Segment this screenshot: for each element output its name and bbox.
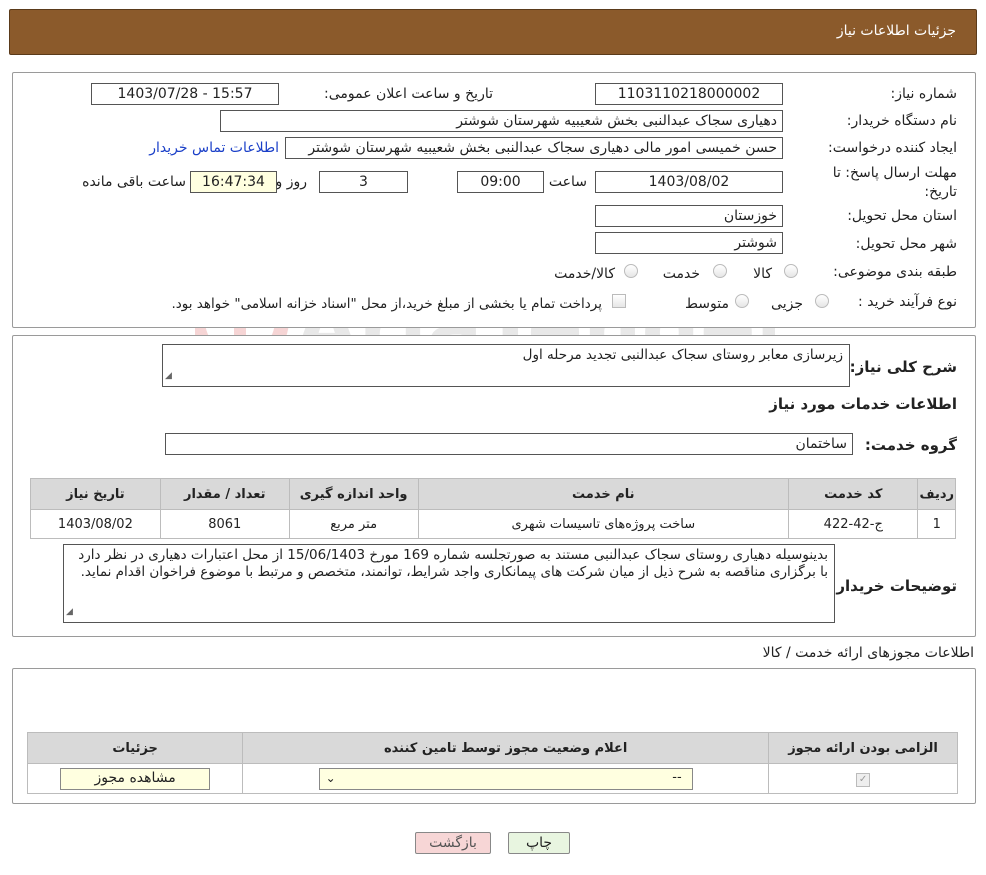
col-quantity: تعداد / مقدار [159,478,290,510]
need-number-field: 1103110218000002 [595,83,783,105]
col-permit-details: جزئیات [26,732,244,764]
days-label: روز و [275,174,308,190]
process-medium-radio[interactable] [735,294,749,308]
col-permit-status: اعلام وضعیت مجوز توسط تامین کننده [242,732,770,764]
requester-field: حسن خمیسی امور مالی دهیاری سجاک عبدالنبی… [285,137,783,159]
process-label: نوع فرآیند خرید : [858,294,957,310]
deadline-time-field: 09:00 [457,171,544,193]
buyer-notes-textarea: بدینوسیله دهیاری روستای سجاک عبدالنبی مس… [63,544,835,623]
announce-datetime-field: 1403/07/28 - 15:57 [91,83,279,105]
summary-label: شرح کلی نیاز: [849,358,957,376]
cell-service-code: ج-42-422 [788,509,919,539]
process-minor-label: جزیی [771,296,803,312]
page-title: جزئیات اطلاعات نیاز [836,23,956,39]
page-header: جزئیات اطلاعات نیاز [9,9,977,55]
services-table: ردیف کد خدمت نام خدمت واحد اندازه گیری ت… [30,478,956,539]
permit-status-select[interactable]: ⌄ -- [318,767,693,790]
resize-grip-icon[interactable]: ◢ [165,368,172,385]
col-permit-required: الزامی بودن ارائه مجوز [768,732,958,764]
permit-required-checkbox: ✓ [856,772,871,787]
province-label: استان محل تحویل: [847,208,957,224]
buyer-notes-text: بدینوسیله دهیاری روستای سجاک عبدالنبی مس… [78,547,828,580]
resize-grip-icon[interactable]: ◢ [66,604,73,621]
back-button[interactable]: بازگشت [415,832,491,854]
summary-textarea: زیرسازی معابر روستای سجاک عبدالنبی تجدید… [162,344,850,387]
cell-permit-status: ⌄ -- [242,763,770,794]
treasury-payment-note: پرداخت تمام یا بخشی از مبلغ خرید،از محل … [171,296,602,312]
buyer-notes-label: توضیحات خریدار: [830,577,957,595]
services-title: اطلاعات خدمات مورد نیاز [769,395,957,413]
permit-status-value: -- [672,769,682,785]
category-service-radio[interactable] [713,264,727,278]
category-goods-label: کالا [753,266,772,282]
city-field: شوشتر [595,232,783,254]
category-label: طبقه بندی موضوعی: [833,264,957,280]
process-minor-radio[interactable] [815,294,829,308]
print-button[interactable]: چاپ [508,832,570,854]
category-service-label: خدمت [662,266,700,282]
treasury-payment-checkbox[interactable] [612,294,626,308]
col-unit: واحد اندازه گیری [288,478,419,510]
buyer-contact-link[interactable]: اطلاعات تماس خریدار [149,140,279,156]
deadline-label: مهلت ارسال پاسخ: تا [832,165,957,181]
permits-table: الزامی بودن ارائه مجوز اعلام وضعیت مجوز … [26,732,958,794]
cell-service-name: ساخت پروژه‌های تاسیسات شهری [417,509,790,539]
col-service-name: نام خدمت [417,478,790,510]
view-permit-button[interactable]: مشاهده مجوز [60,767,211,790]
category-goods-service-label: کالا/خدمت [554,266,615,282]
buyer-org-field: دهیاری سجاک عبدالنبی بخش شعیبیه شهرستان … [220,110,783,132]
cell-row: 1 [917,509,956,539]
cell-need-date: 1403/08/02 [30,509,161,539]
cell-permit-required: ✓ [768,763,958,794]
col-service-code: کد خدمت [788,478,919,510]
category-goods-service-radio[interactable] [624,264,638,278]
permits-table-header: الزامی بودن ارائه مجوز اعلام وضعیت مجوز … [26,732,958,764]
chevron-down-icon: ⌄ [325,770,336,785]
table-row: ✓ ⌄ -- مشاهده مجوز [26,763,958,794]
need-number-label: شماره نیاز: [890,86,958,102]
services-table-header: ردیف کد خدمت نام خدمت واحد اندازه گیری ت… [30,478,956,510]
table-row: 1 ج-42-422 ساخت پروژه‌های تاسیسات شهری م… [30,509,956,539]
col-need-date: تاریخ نیاز [30,478,161,510]
service-group-field: ساختمان [165,433,853,455]
process-medium-label: متوسط [685,296,729,312]
buyer-org-label: نام دستگاه خریدار: [846,113,957,129]
announce-label: تاریخ و ساعت اعلان عمومی: [324,86,493,102]
city-label: شهر محل تحویل: [855,236,957,252]
cell-permit-details: مشاهده مجوز [26,763,244,794]
remaining-time-label: ساعت باقی مانده [82,174,186,190]
deadline-time-label: ساعت [548,174,587,190]
cell-quantity: 8061 [159,509,290,539]
service-group-label: گروه خدمت: [864,436,957,454]
remaining-time-field: 16:47:34 [190,171,277,193]
province-field: خوزستان [595,205,783,227]
days-remaining-field: 3 [319,171,408,193]
category-goods-radio[interactable] [784,264,798,278]
permits-title: اطلاعات مجوزهای ارائه خدمت / کالا [762,645,974,661]
requester-label: ایجاد کننده درخواست: [828,140,957,156]
summary-text: زیرسازی معابر روستای سجاک عبدالنبی تجدید… [522,347,843,363]
cell-unit: متر مربع [288,509,419,539]
deadline-label-date: تاریخ: [924,184,957,200]
deadline-date-field: 1403/08/02 [595,171,783,193]
col-row: ردیف [917,478,956,510]
